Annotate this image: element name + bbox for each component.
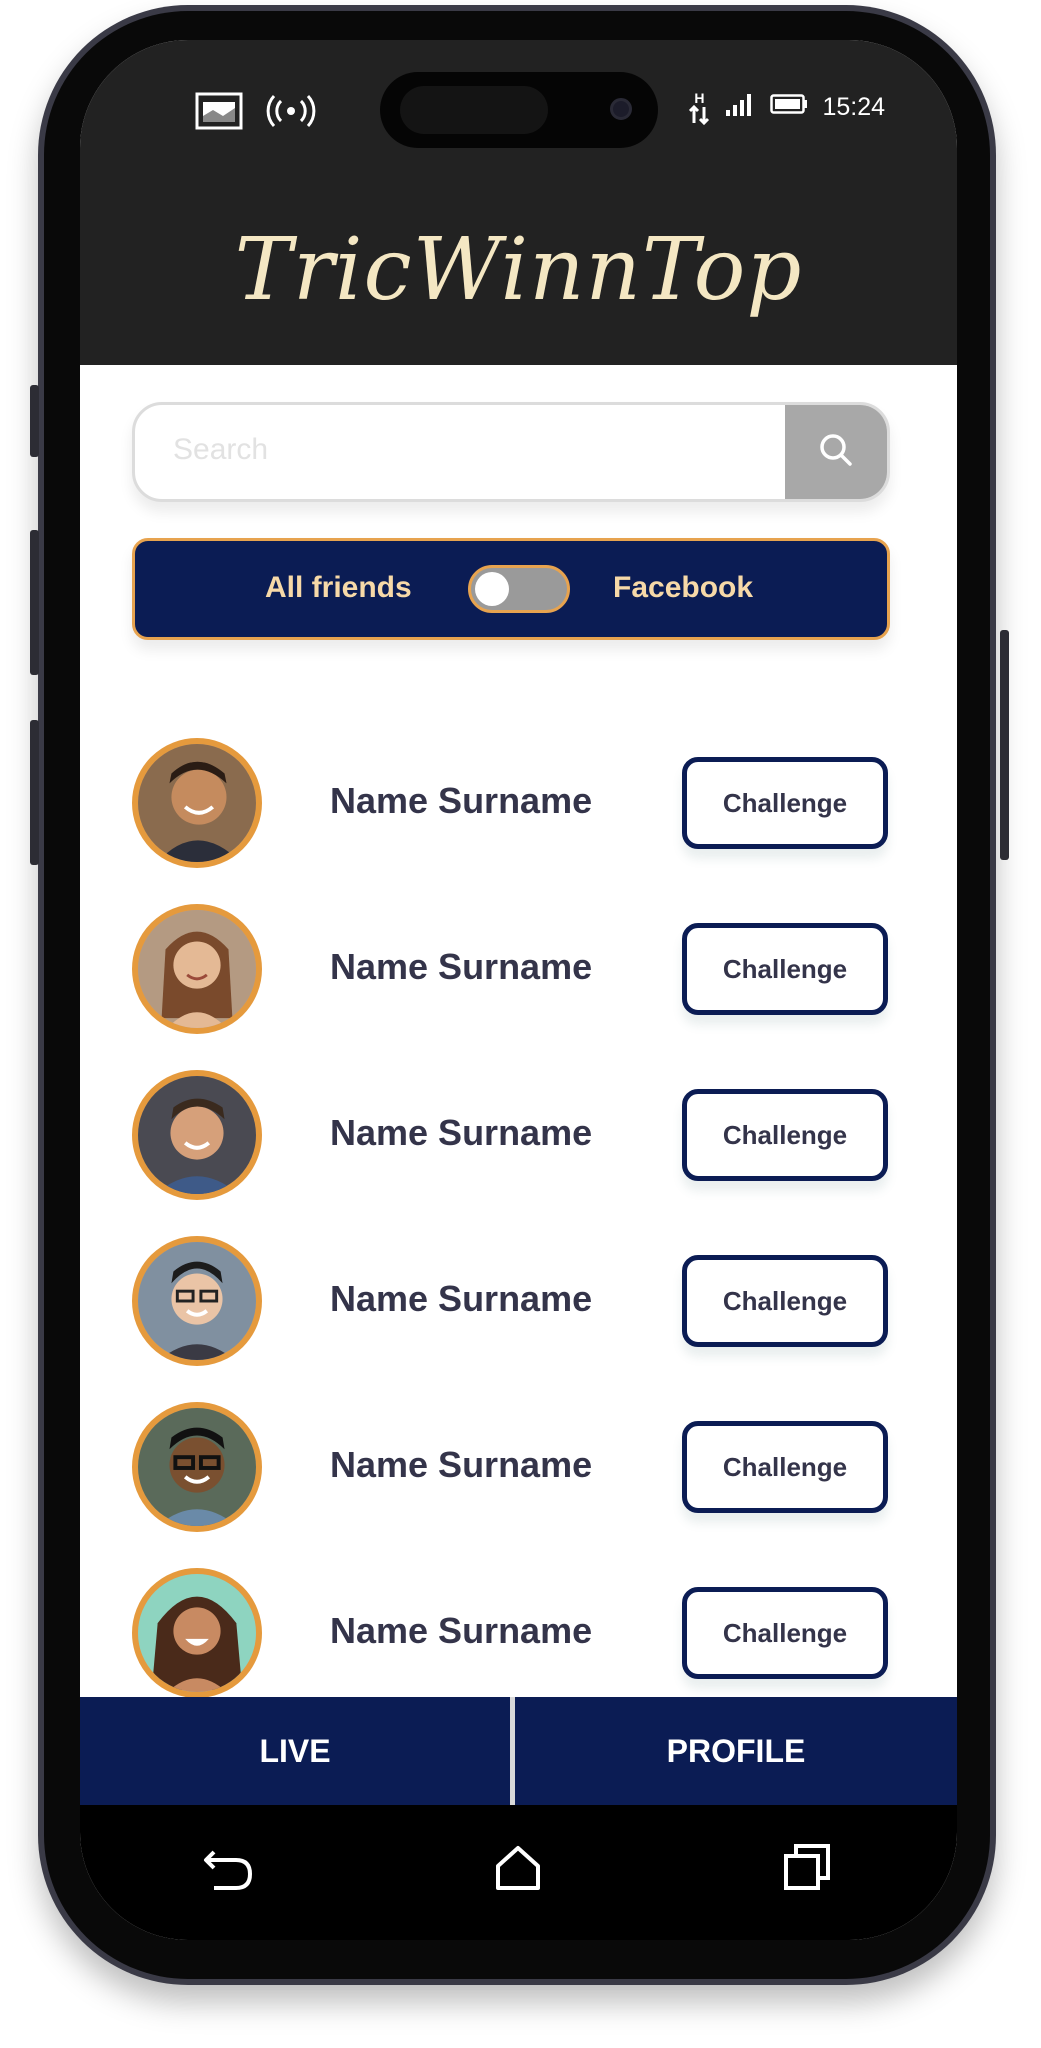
nav-live[interactable]: LIVE: [80, 1697, 510, 1805]
search-input[interactable]: Search: [173, 433, 268, 467]
phone-side-button: [30, 720, 39, 865]
friend-avatar: [132, 1568, 262, 1698]
friend-row: Name Surname Challenge: [132, 904, 892, 1034]
friend-avatar: [132, 1236, 262, 1366]
app-screen: H 15:24 TricWinnTop Search All friends F…: [80, 40, 957, 1940]
friend-avatar: [132, 904, 262, 1034]
app-header: H 15:24 TricWinnTop: [80, 40, 957, 365]
friend-row: Name Surname Challenge: [132, 1402, 892, 1532]
challenge-button[interactable]: Challenge: [682, 1421, 888, 1513]
source-switch[interactable]: [468, 565, 570, 613]
phone-side-button: [30, 530, 39, 675]
friend-name: Name Surname: [330, 780, 593, 821]
home-icon: [492, 1842, 544, 1899]
back-icon: [200, 1844, 256, 1897]
challenge-button[interactable]: Challenge: [682, 1587, 888, 1679]
status-bar-right: H 15:24: [688, 90, 885, 125]
front-camera: [610, 98, 632, 120]
status-time: 15:24: [822, 93, 885, 121]
signal-icon: [724, 90, 756, 125]
challenge-button[interactable]: Challenge: [682, 923, 888, 1015]
hotspot-icon: [265, 93, 317, 134]
status-bar-left: [195, 92, 317, 135]
bottom-nav: LIVE PROFILE: [80, 1697, 957, 1805]
friend-row: Name Surname Challenge: [132, 1070, 892, 1200]
challenge-button[interactable]: Challenge: [682, 757, 888, 849]
dynamic-island: [380, 72, 658, 148]
back-button[interactable]: [198, 1840, 258, 1900]
battery-icon: [770, 93, 808, 122]
all-friends-label[interactable]: All friends: [265, 571, 412, 605]
friend-avatar: [132, 738, 262, 868]
friend-name: Name Surname: [330, 1444, 593, 1485]
friends-source-toggle-bar: All friends Facebook: [132, 538, 890, 640]
phone-side-button: [1000, 630, 1009, 860]
friend-name: Name Surname: [330, 946, 593, 987]
system-nav-bar: [80, 1805, 957, 1940]
friend-name: Name Surname: [330, 1112, 593, 1153]
friend-avatar: [132, 1402, 262, 1532]
friend-name: Name Surname: [330, 1610, 593, 1651]
challenge-button[interactable]: Challenge: [682, 1089, 888, 1181]
home-button[interactable]: [488, 1840, 548, 1900]
friend-row: Name Surname Challenge: [132, 1236, 892, 1366]
friend-avatar: [132, 1070, 262, 1200]
network-type-icon: H: [688, 91, 710, 125]
search-bar: Search: [132, 402, 890, 502]
friend-row: Name Surname Challenge: [132, 738, 892, 868]
screen-mirror-icon: [195, 92, 243, 135]
phone-side-button: [30, 385, 39, 457]
friend-row: Name Surname Challenge: [132, 1568, 892, 1698]
search-icon: [818, 432, 854, 473]
recents-icon: [782, 1842, 834, 1899]
challenge-button[interactable]: Challenge: [682, 1255, 888, 1347]
recents-button[interactable]: [778, 1840, 838, 1900]
facebook-label[interactable]: Facebook: [613, 571, 753, 605]
friend-name: Name Surname: [330, 1278, 593, 1319]
app-logo: TricWinnTop: [234, 220, 803, 320]
nav-profile[interactable]: PROFILE: [515, 1697, 957, 1805]
switch-knob: [475, 572, 509, 606]
island-pill: [400, 86, 548, 134]
search-button[interactable]: [785, 405, 887, 499]
